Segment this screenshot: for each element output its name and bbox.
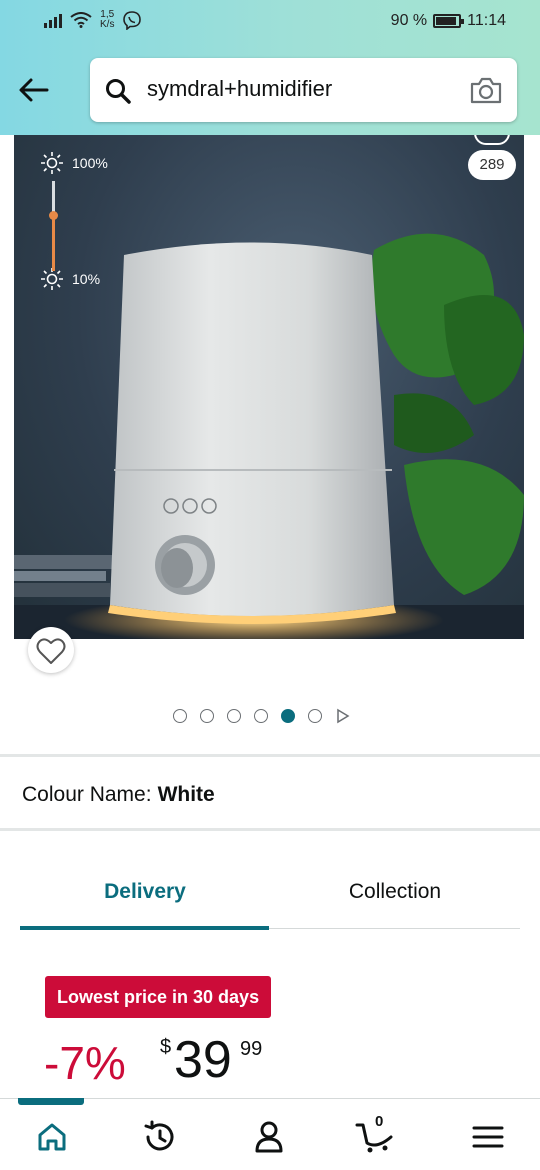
viber-icon [123,11,142,30]
network-speed: 1,5 K/s [100,10,114,30]
colour-label: Colour Name: [22,783,152,806]
clock: 11:14 [467,12,506,29]
network-speed-unit: K/s [100,19,115,30]
brightness-fill [52,215,55,271]
account-icon [255,1121,283,1153]
brightness-scale: 100% 10% [40,149,108,293]
brightness-min-label: 10% [72,271,101,287]
wifi-icon [70,12,92,28]
search-bar[interactable]: symdral+humidifier [90,58,517,122]
cart-count: 0 [375,1113,384,1130]
back-arrow-icon [19,78,49,102]
carousel-dot[interactable] [254,709,268,723]
search-icon[interactable] [104,77,132,105]
tab-delivery[interactable]: Delivery [20,880,270,904]
brightness-max-label: 100% [72,155,108,171]
home-icon [38,1123,66,1151]
sun-icon [41,152,63,174]
nav-account[interactable] [249,1117,289,1157]
battery-level [436,17,456,25]
carousel-dot[interactable] [281,709,295,723]
section-divider [0,754,540,757]
search-input[interactable]: symdral+humidifier [147,76,332,102]
section-divider [0,828,540,831]
price-fraction: 99 [240,1038,263,1060]
image-count-badge[interactable]: 289 [468,150,516,180]
carousel-dot[interactable] [227,709,241,723]
price-whole: 39 [174,1031,232,1089]
carousel-dots[interactable] [173,708,351,724]
heart-icon [36,638,66,664]
carousel-dot[interactable] [173,709,187,723]
discount-percent: -7% [44,1037,126,1089]
colour-variation[interactable]: Colour Name: White [22,783,215,807]
colour-value: White [157,783,215,806]
tab-collection[interactable]: Collection [270,880,520,904]
carousel-dot[interactable] [200,709,214,723]
nav-active-indicator [18,1098,84,1105]
wishlist-button[interactable] [28,627,74,673]
nav-menu[interactable] [468,1117,508,1157]
battery-icon [433,14,465,28]
menu-icon [472,1126,504,1148]
nav-home[interactable] [32,1117,72,1157]
camera-icon[interactable] [469,75,503,105]
product-image[interactable]: 289 100% 10% [14,135,524,639]
bottom-nav: 0 [0,1098,540,1170]
nav-history[interactable] [140,1117,180,1157]
battery-percent: 90 % [390,12,428,29]
nav-cart[interactable]: 0 [355,1113,395,1157]
deal-badge: Lowest price in 30 days [45,976,272,1018]
carousel-dot[interactable] [308,709,322,723]
status-bar: 1,5 K/s 90 % 11:14 [0,0,540,46]
price-currency: $ [160,1036,172,1058]
back-button[interactable] [16,72,52,108]
history-icon [144,1120,174,1151]
signal-icon [44,12,62,28]
tab-active-indicator [20,926,269,930]
brightness-knob [49,211,58,220]
play-icon[interactable] [335,708,351,724]
